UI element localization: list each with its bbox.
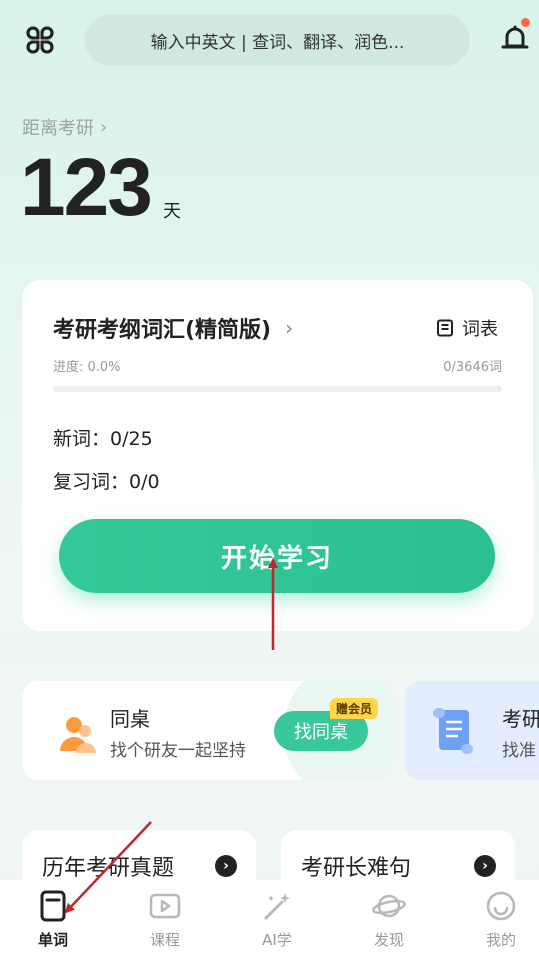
- nav-item-discover[interactable]: 发现: [349, 880, 429, 958]
- past-exams-title: 历年考研真题: [42, 856, 175, 881]
- nav-label: AI学: [262, 931, 292, 949]
- progress-count: 0/3646词: [443, 360, 502, 375]
- start-learning-button[interactable]: 开始学习: [59, 519, 495, 593]
- side-card[interactable]: 考研 找准: [405, 681, 539, 780]
- progress-bar: [53, 386, 502, 392]
- apps-icon[interactable]: [24, 24, 56, 56]
- nav-label: 发现: [373, 931, 404, 949]
- planet-icon: [372, 889, 406, 923]
- nav-item-mine[interactable]: 我的: [461, 880, 539, 958]
- chevron-right-icon: ›: [285, 316, 294, 340]
- new-words-count: 新词：0/25: [53, 428, 153, 450]
- deskmate-card[interactable]: 同桌 找个研友一起坚持 找同桌 赠会员: [22, 681, 393, 780]
- magic-wand-icon: [260, 889, 294, 923]
- play-icon: [148, 889, 182, 923]
- nav-item-ai[interactable]: AI学: [237, 880, 317, 958]
- book-title-text: 考研考纲词汇(精简版): [53, 318, 272, 343]
- bottom-nav: 单词 课程 AI学 发现 我的: [0, 880, 539, 958]
- start-learning-label: 开始学习: [220, 543, 333, 574]
- search-input[interactable]: 输入中英文 | 查词、翻译、润色...: [85, 14, 470, 66]
- nav-item-courses[interactable]: 课程: [125, 880, 205, 958]
- deskmate-title: 同桌: [110, 707, 150, 731]
- chevron-right-icon: ›: [474, 855, 496, 877]
- deskmate-subtitle: 找个研友一起坚持: [110, 741, 246, 761]
- people-icon: [56, 711, 100, 755]
- wordlist-label: 词表: [462, 319, 498, 340]
- countdown-label[interactable]: 距离考研 ›: [22, 114, 107, 140]
- side-card-title: 考研: [502, 707, 539, 731]
- chevron-right-icon: ›: [100, 116, 108, 138]
- nav-label: 课程: [149, 931, 180, 949]
- nav-label: 单词: [37, 931, 68, 949]
- scroll-icon: [431, 706, 475, 756]
- review-words-count: 复习词：0/0: [53, 471, 160, 493]
- countdown-unit: 天: [163, 201, 181, 222]
- side-card-subtitle: 找准: [502, 741, 536, 761]
- wordlist-button[interactable]: 词表: [436, 315, 498, 341]
- book-title[interactable]: 考研考纲词汇(精简版) ›: [53, 312, 293, 344]
- search-placeholder: 输入中英文 | 查词、翻译、润色...: [150, 32, 405, 53]
- countdown-days: 123: [20, 142, 153, 233]
- find-deskmate-label: 找同桌: [294, 722, 348, 743]
- nav-label: 我的: [485, 931, 516, 949]
- wordlist-icon: [437, 319, 453, 337]
- chevron-right-icon: ›: [215, 855, 237, 877]
- smiley-icon: [484, 889, 518, 923]
- bell-icon[interactable]: [498, 22, 532, 56]
- long-sentences-title: 考研长难句: [301, 856, 412, 881]
- notification-dot: [521, 18, 530, 27]
- countdown-label-text: 距离考研: [22, 118, 94, 139]
- nav-item-words[interactable]: 单词: [13, 880, 93, 958]
- vip-badge: 赠会员: [330, 698, 379, 719]
- word-card-icon: [36, 889, 70, 923]
- progress-text: 进度: 0.0%: [53, 360, 121, 375]
